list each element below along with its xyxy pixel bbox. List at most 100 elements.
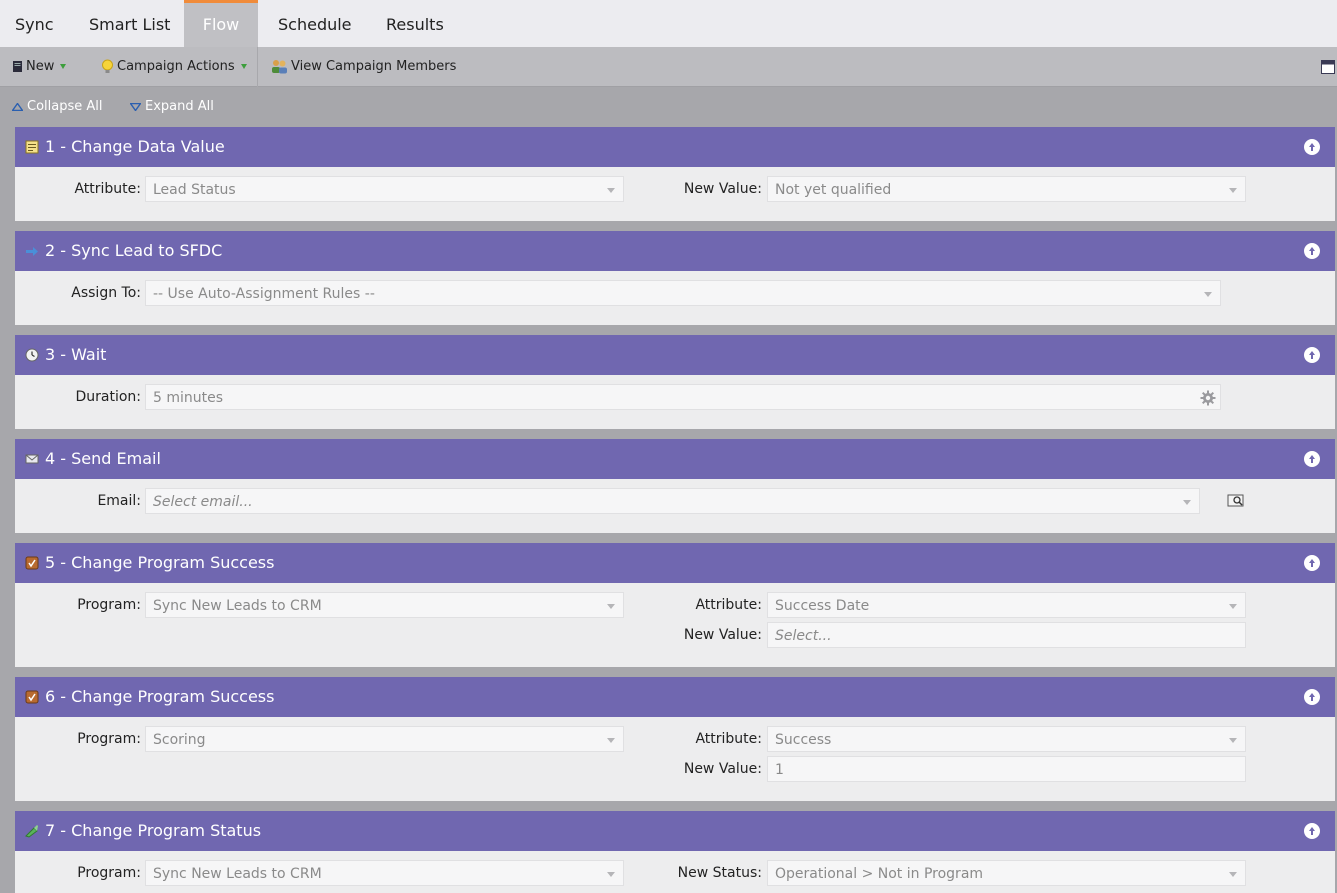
attribute-label: Attribute: [74, 181, 141, 197]
chevron-down-icon [60, 64, 67, 69]
step-header[interactable]: 7 - Change Program Status [15, 811, 1335, 851]
step-title: 2 - Sync Lead to SFDC [45, 241, 223, 260]
program-select[interactable]: Sync New Leads to CRM [145, 860, 624, 886]
toolbar: New Campaign Actions View Campaign Membe… [0, 47, 1337, 87]
tab-schedule[interactable]: Schedule [263, 0, 367, 47]
expand-all-label: Expand All [145, 99, 214, 114]
collapse-step-icon[interactable] [1304, 139, 1320, 155]
tab-sync[interactable]: Sync [0, 0, 69, 47]
flow-step-1: 1 - Change Data Value Attribute: Lead St… [15, 127, 1335, 221]
flow-step-6: 6 - Change Program Success Program: Scor… [15, 677, 1335, 801]
view-campaign-members-button[interactable]: View Campaign Members [271, 47, 456, 87]
collapse-step-icon[interactable] [1304, 243, 1320, 259]
step-title: 5 - Change Program Success [45, 553, 275, 572]
new-label: New [26, 59, 55, 74]
collapse-all-label: Collapse All [27, 99, 103, 114]
assign-to-label: Assign To: [71, 285, 141, 301]
collapse-expand-bar: Collapse All Expand All [0, 87, 1337, 127]
new-status-select[interactable]: Operational > Not in Program [767, 860, 1246, 886]
step-header[interactable]: 4 - Send Email [15, 439, 1335, 479]
triangle-down-icon [130, 102, 141, 111]
chevron-down-icon [1229, 188, 1237, 193]
step-header[interactable]: 2 - Sync Lead to SFDC [15, 231, 1335, 271]
flow-step-2: 2 - Sync Lead to SFDC Assign To: -- Use … [15, 231, 1335, 325]
attribute-select[interactable]: Lead Status [145, 176, 624, 202]
new-value-value: Not yet qualified [775, 182, 892, 198]
step-title: 6 - Change Program Success [45, 687, 275, 706]
collapse-step-icon[interactable] [1304, 451, 1320, 467]
new-value-input[interactable]: 1 [767, 756, 1246, 782]
window-maximize-icon[interactable] [1321, 60, 1335, 74]
step-header[interactable]: 3 - Wait [15, 335, 1335, 375]
program-label: Program: [77, 865, 141, 881]
gear-icon[interactable] [1199, 389, 1217, 407]
chevron-down-icon [240, 64, 247, 69]
flow-step-5: 5 - Change Program Success Program: Sync… [15, 543, 1335, 667]
assign-to-select[interactable]: -- Use Auto-Assignment Rules -- [145, 280, 1221, 306]
collapse-step-icon[interactable] [1304, 555, 1320, 571]
program-label: Program: [77, 597, 141, 613]
collapse-step-icon[interactable] [1304, 823, 1320, 839]
new-value-placeholder: Select... [775, 628, 832, 644]
lightbulb-icon [102, 59, 113, 73]
tab-flow[interactable]: Flow [184, 0, 258, 47]
program-icon [25, 690, 39, 704]
step-title: 1 - Change Data Value [45, 137, 225, 156]
chevron-down-icon [1229, 604, 1237, 609]
duration-value: 5 minutes [153, 390, 224, 406]
campaign-actions-button[interactable]: Campaign Actions [101, 47, 247, 87]
attribute-value: Success [775, 732, 832, 748]
triangle-up-icon [12, 102, 23, 111]
program-value: Scoring [153, 732, 206, 748]
status-icon [25, 825, 38, 838]
new-value-label: New Value: [683, 627, 762, 643]
sync-arrow-icon [26, 247, 38, 256]
email-icon [25, 454, 39, 464]
program-icon [25, 556, 39, 570]
attribute-value: Lead Status [153, 182, 236, 198]
step-header[interactable]: 1 - Change Data Value [15, 127, 1335, 167]
program-value: Sync New Leads to CRM [153, 598, 322, 614]
flow-step-7: 7 - Change Program Status Program: Sync … [15, 811, 1335, 893]
new-status-value: Operational > Not in Program [775, 866, 984, 882]
chevron-down-icon [1183, 500, 1191, 505]
email-select[interactable]: Select email... [145, 488, 1200, 514]
new-value-label: New Value: [683, 761, 762, 777]
chevron-down-icon [1204, 292, 1212, 297]
duration-input[interactable]: 5 minutes [145, 384, 1221, 410]
new-button[interactable]: New [12, 47, 67, 87]
program-label: Program: [77, 731, 141, 747]
people-icon [272, 60, 287, 74]
collapse-step-icon[interactable] [1304, 689, 1320, 705]
chevron-down-icon [607, 604, 615, 609]
assign-to-value: -- Use Auto-Assignment Rules -- [153, 286, 375, 302]
flow-step-3: 3 - Wait Duration: 5 minutes [15, 335, 1335, 429]
new-value-value: 1 [775, 762, 784, 778]
program-select[interactable]: Scoring [145, 726, 624, 752]
new-status-label: New Status: [677, 865, 762, 881]
duration-label: Duration: [75, 389, 141, 405]
flow-step-4: 4 - Send Email Email: Select email... [15, 439, 1335, 533]
new-value-select[interactable]: Select... [767, 622, 1246, 648]
program-select[interactable]: Sync New Leads to CRM [145, 592, 624, 618]
attribute-label: Attribute: [695, 597, 762, 613]
new-value-label: New Value: [683, 181, 762, 197]
step-header[interactable]: 6 - Change Program Success [15, 677, 1335, 717]
step-title: 7 - Change Program Status [45, 821, 262, 840]
tab-results[interactable]: Results [371, 0, 459, 47]
collapse-step-icon[interactable] [1304, 347, 1320, 363]
expand-all-button[interactable]: Expand All [130, 87, 214, 127]
step-header[interactable]: 5 - Change Program Success [15, 543, 1335, 583]
preview-email-icon[interactable] [1227, 493, 1245, 509]
collapse-all-button[interactable]: Collapse All [12, 87, 103, 127]
attribute-value: Success Date [775, 598, 870, 614]
attribute-label: Attribute: [695, 731, 762, 747]
attribute-select[interactable]: Success Date [767, 592, 1246, 618]
chevron-down-icon [1229, 872, 1237, 877]
new-value-select[interactable]: Not yet qualified [767, 176, 1246, 202]
attribute-select[interactable]: Success [767, 726, 1246, 752]
tab-smart-list[interactable]: Smart List [74, 0, 185, 47]
step-title: 3 - Wait [45, 345, 107, 364]
chevron-down-icon [607, 738, 615, 743]
tab-bar: Sync Smart List Flow Schedule Results [0, 0, 1337, 47]
